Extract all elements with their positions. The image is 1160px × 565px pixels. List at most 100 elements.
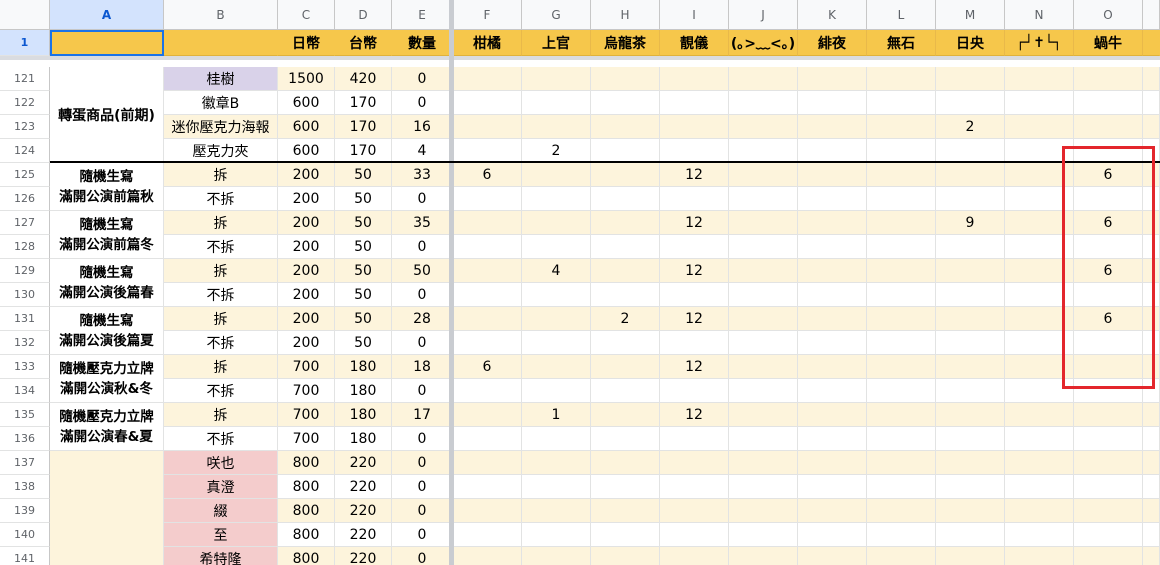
member-qty-cell-g[interactable]	[522, 499, 591, 523]
twd-price-cell[interactable]: 220	[335, 523, 392, 547]
member-qty-cell-k[interactable]	[798, 379, 867, 403]
member-qty-cell-f[interactable]	[453, 475, 522, 499]
twd-price-cell[interactable]: 220	[335, 451, 392, 475]
member-qty-cell-o[interactable]	[1074, 67, 1143, 91]
member-qty-cell-f[interactable]	[453, 115, 522, 139]
member-qty-cell-o[interactable]	[1074, 91, 1143, 115]
member-qty-cell-k[interactable]	[798, 211, 867, 235]
member-qty-cell-j[interactable]	[729, 331, 798, 355]
jpy-price-cell[interactable]: 200	[278, 211, 335, 235]
column-header-partial[interactable]	[1143, 0, 1160, 30]
member-qty-cell-h[interactable]	[591, 235, 660, 259]
member-qty-cell-i[interactable]	[660, 139, 729, 163]
row-header[interactable]: 124	[0, 139, 50, 163]
member-qty-cell-i[interactable]	[660, 499, 729, 523]
member-qty-cell-k[interactable]	[798, 115, 867, 139]
member-qty-cell-i[interactable]	[660, 379, 729, 403]
member-qty-cell-k[interactable]	[798, 331, 867, 355]
member-qty-cell-g[interactable]	[522, 355, 591, 379]
member-qty-cell-n[interactable]	[1005, 427, 1074, 451]
item-name-cell[interactable]: 迷你壓克力海報	[164, 115, 278, 139]
header-cell-n[interactable]: ┌┘✝└┐	[1005, 30, 1074, 56]
member-qty-cell-m[interactable]	[936, 259, 1005, 283]
member-qty-cell-i[interactable]: 12	[660, 259, 729, 283]
row-header-1[interactable]: 1	[0, 30, 50, 56]
member-qty-cell-o[interactable]	[1074, 547, 1143, 565]
twd-price-cell[interactable]: 220	[335, 499, 392, 523]
member-qty-cell-n[interactable]	[1005, 499, 1074, 523]
member-qty-cell-g[interactable]	[522, 307, 591, 331]
column-header-j[interactable]: J	[729, 0, 798, 30]
jpy-price-cell[interactable]: 200	[278, 283, 335, 307]
quantity-cell[interactable]: 0	[392, 499, 453, 523]
member-qty-cell-i[interactable]	[660, 235, 729, 259]
item-name-cell[interactable]: 拆	[164, 259, 278, 283]
twd-price-cell[interactable]: 50	[335, 259, 392, 283]
column-header-k[interactable]: K	[798, 0, 867, 30]
column-header-e[interactable]: E	[392, 0, 453, 30]
item-name-cell[interactable]: 徽章B	[164, 91, 278, 115]
group-label-cell[interactable]: 隨機生寫 滿開公演前篇冬	[50, 211, 164, 259]
row-header[interactable]: 125	[0, 163, 50, 187]
group-label-cell[interactable]: 隨機生寫 滿開公演前篇秋	[50, 163, 164, 211]
member-qty-cell-m[interactable]	[936, 451, 1005, 475]
member-qty-cell-m[interactable]	[936, 331, 1005, 355]
twd-price-cell[interactable]: 180	[335, 403, 392, 427]
twd-price-cell[interactable]: 180	[335, 427, 392, 451]
member-qty-cell-n[interactable]	[1005, 547, 1074, 565]
member-qty-cell-i[interactable]	[660, 187, 729, 211]
column-header-m[interactable]: M	[936, 0, 1005, 30]
member-qty-cell-k[interactable]	[798, 259, 867, 283]
member-qty-cell-l[interactable]	[867, 235, 936, 259]
group-label-cell[interactable]: 轉蛋商品(前期)	[50, 67, 164, 163]
member-qty-cell-l[interactable]	[867, 331, 936, 355]
member-qty-cell-n[interactable]	[1005, 403, 1074, 427]
header-cell-d[interactable]: 台幣	[335, 30, 392, 56]
row-header[interactable]: 128	[0, 235, 50, 259]
member-qty-cell-k[interactable]	[798, 427, 867, 451]
member-qty-cell-j[interactable]	[729, 451, 798, 475]
member-qty-cell-h[interactable]	[591, 451, 660, 475]
jpy-price-cell[interactable]: 700	[278, 379, 335, 403]
member-qty-cell-i[interactable]	[660, 115, 729, 139]
member-qty-cell-f[interactable]	[453, 187, 522, 211]
item-name-cell[interactable]: 不拆	[164, 283, 278, 307]
twd-price-cell[interactable]: 50	[335, 283, 392, 307]
partial-cell[interactable]	[1143, 547, 1160, 565]
member-qty-cell-f[interactable]	[453, 403, 522, 427]
jpy-price-cell[interactable]: 600	[278, 115, 335, 139]
quantity-cell[interactable]: 0	[392, 67, 453, 91]
member-qty-cell-l[interactable]	[867, 499, 936, 523]
header-cell-b[interactable]	[164, 30, 278, 56]
item-name-cell[interactable]: 桂樹	[164, 67, 278, 91]
column-header-b[interactable]: B	[164, 0, 278, 30]
member-qty-cell-m[interactable]	[936, 475, 1005, 499]
member-qty-cell-j[interactable]	[729, 235, 798, 259]
member-qty-cell-k[interactable]	[798, 163, 867, 187]
member-qty-cell-m[interactable]	[936, 139, 1005, 163]
quantity-cell[interactable]: 4	[392, 139, 453, 163]
member-qty-cell-l[interactable]	[867, 307, 936, 331]
member-qty-cell-m[interactable]	[936, 235, 1005, 259]
item-name-cell[interactable]: 拆	[164, 403, 278, 427]
twd-price-cell[interactable]: 50	[335, 331, 392, 355]
jpy-price-cell[interactable]: 700	[278, 403, 335, 427]
member-qty-cell-i[interactable]	[660, 331, 729, 355]
jpy-price-cell[interactable]: 800	[278, 547, 335, 565]
member-qty-cell-h[interactable]	[591, 259, 660, 283]
jpy-price-cell[interactable]: 800	[278, 523, 335, 547]
twd-price-cell[interactable]: 180	[335, 355, 392, 379]
member-qty-cell-k[interactable]	[798, 235, 867, 259]
column-header-h[interactable]: H	[591, 0, 660, 30]
quantity-cell[interactable]: 0	[392, 187, 453, 211]
header-cell-h[interactable]: 烏龍茶	[591, 30, 660, 56]
member-qty-cell-g[interactable]	[522, 163, 591, 187]
twd-price-cell[interactable]: 50	[335, 307, 392, 331]
header-cell-l[interactable]: 無石	[867, 30, 936, 56]
quantity-cell[interactable]: 0	[392, 331, 453, 355]
quantity-cell[interactable]: 16	[392, 115, 453, 139]
jpy-price-cell[interactable]: 700	[278, 427, 335, 451]
member-qty-cell-j[interactable]	[729, 403, 798, 427]
jpy-price-cell[interactable]: 200	[278, 187, 335, 211]
twd-price-cell[interactable]: 50	[335, 163, 392, 187]
